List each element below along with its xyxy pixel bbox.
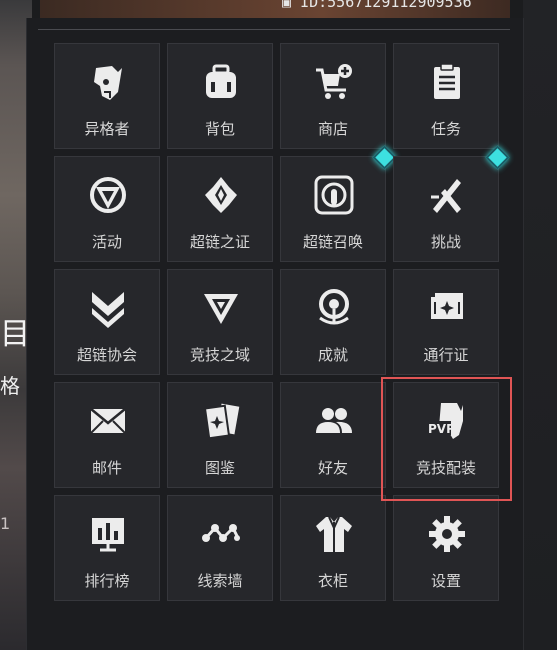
background-text-1: 目 (0, 317, 26, 352)
player-id-text: ID:5567129112909536 (300, 0, 472, 11)
menu-item-label: 好友 (317, 459, 348, 477)
menu-item-label: 超链召唤 (302, 233, 363, 251)
menu-item-label: 图鉴 (204, 459, 235, 477)
background-art-right (523, 0, 557, 650)
mech-head-icon (94, 66, 122, 100)
background-text-3: 1小 (0, 514, 11, 533)
backpack-icon (206, 64, 236, 98)
triangle-emblem-icon (90, 177, 126, 213)
ticket-icon (431, 293, 463, 319)
menu-item-label: 活动 (91, 233, 122, 251)
divider (38, 29, 510, 30)
menu-item-label: 衣柜 (317, 572, 348, 590)
crossed-blades-icon (431, 179, 461, 213)
menu-item-label: 线索墙 (197, 572, 243, 590)
pvp-icon: PVP (427, 403, 463, 439)
menu-item-friends[interactable]: 好友 (280, 382, 386, 488)
menu-item-label: 邮件 (91, 459, 122, 477)
menu-item-wardrobe[interactable]: 衣柜 (280, 495, 386, 601)
menu-item-mail[interactable]: 邮件 (54, 382, 160, 488)
menu-item-achievements[interactable]: 成就 (280, 269, 386, 375)
shirt-icon (316, 516, 352, 552)
menu-item-label: 竞技之域 (189, 346, 250, 364)
menu-item-label: 排行榜 (84, 572, 130, 590)
menu-item-hyperlink-proof[interactable]: 超链之证 (167, 156, 273, 262)
menu-item-label: 设置 (430, 572, 461, 590)
menu-item-label: 背包 (204, 120, 235, 138)
menu-item-characters[interactable]: 异格者 (54, 43, 160, 149)
background-text-2: 格者 (0, 374, 20, 398)
menu-item-label: 通行证 (423, 346, 469, 364)
menu-item-tasks[interactable]: 任务 (393, 43, 499, 149)
gear-icon (429, 516, 465, 552)
menu-item-label: 竞技配装 (415, 459, 476, 477)
menu-item-hyperlink-guild[interactable]: 超链协会 (54, 269, 160, 375)
flame-emblem-icon (205, 177, 237, 213)
summon-portal-icon (314, 175, 354, 215)
menu-item-label: 任务 (430, 120, 461, 138)
player-id: ▣ ID:5567129112909536 (282, 0, 472, 11)
shopping-cart-icon (316, 64, 352, 99)
menu-item-leaderboard[interactable]: 排行榜 (54, 495, 160, 601)
friends-icon (316, 408, 352, 433)
menu-item-codex[interactable]: 图鉴 (167, 382, 273, 488)
menu-item-label: 超链之证 (189, 233, 250, 251)
menu-item-hyperlink-summon[interactable]: 超链召唤 (280, 145, 397, 262)
chevron-crest-icon (92, 292, 124, 328)
menu-item-settings[interactable]: 设置 (393, 495, 499, 601)
medal-icon (319, 289, 349, 325)
clue-network-icon (202, 524, 240, 542)
menu-item-label: 挑战 (430, 233, 461, 251)
leaderboard-icon (92, 518, 124, 552)
menu-item-arena[interactable]: 竞技之域 (167, 269, 273, 375)
id-card-icon: ▣ (282, 0, 301, 11)
menu-item-label: 异格者 (84, 120, 130, 138)
menu-item-clue-wall[interactable]: 线索墙 (167, 495, 273, 601)
menu-item-challenge[interactable]: 挑战 (393, 145, 510, 262)
menu-item-events[interactable]: 活动 (54, 156, 160, 262)
menu-grid: 异格者 背包 商店 任务 活动 超链之证 超链召唤 挑战 超链协会 竞技之域 成… (54, 43, 510, 601)
menu-item-shop[interactable]: 商店 (280, 43, 386, 149)
arena-shield-icon (204, 294, 238, 324)
menu-item-label: 超链协会 (76, 346, 137, 364)
menu-item-label: 成就 (317, 346, 348, 364)
svg-text:PVP: PVP (428, 422, 455, 436)
menu-item-pass[interactable]: 通行证 (393, 269, 499, 375)
menu-item-label: 商店 (317, 120, 348, 138)
clipboard-icon (434, 63, 460, 99)
menu-item-pvp-loadout[interactable]: PVP 竞技配装 (393, 382, 499, 488)
cards-icon (203, 403, 240, 440)
envelope-icon (90, 408, 126, 434)
menu-item-backpack[interactable]: 背包 (167, 43, 273, 149)
